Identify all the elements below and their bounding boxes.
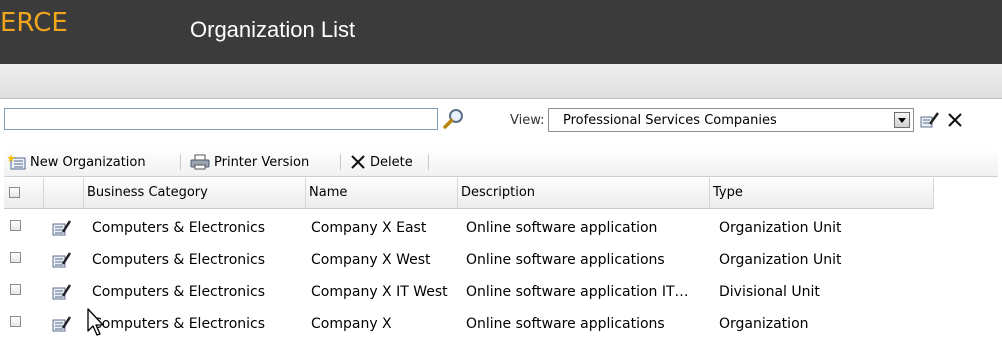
cell-description: Online software application IT… [466,284,689,300]
app-header: ERCE Organization List [0,0,1002,64]
cell-type: Organization [719,316,809,332]
toolbar-divider [340,154,341,170]
edit-record-icon[interactable] [52,315,72,333]
toolbar-divider [428,154,429,170]
mouse-cursor-icon [87,308,104,336]
cell-description: Online software application [466,220,658,236]
close-icon[interactable] [946,111,964,129]
cell-type: Divisional Unit [719,284,820,300]
table-row[interactable]: Computers & Electronics Company X Online… [4,308,998,340]
delete-icon [351,155,365,169]
cell-description: Online software applications [466,316,665,332]
column-header-description[interactable]: Description [458,178,710,208]
delete-button[interactable]: Delete [350,148,413,176]
toolbar-divider [180,154,181,170]
search-input[interactable] [4,108,438,130]
cell-description: Online software applications [466,252,665,268]
edit-record-icon[interactable] [52,219,72,237]
table-row[interactable]: Computers & Electronics Company X West O… [4,244,998,276]
icon-column-header [44,178,84,208]
table-row[interactable]: Computers & Electronics Company X IT Wes… [4,276,998,308]
cell-name: Company X IT West [311,284,448,300]
row-checkbox[interactable] [10,252,21,263]
row-checkbox[interactable] [10,284,21,295]
cell-name: Company X West [311,252,431,268]
chevron-down-icon[interactable] [894,112,910,128]
view-label: View: [510,113,545,128]
cell-business-category: Computers & Electronics [92,284,266,300]
new-organization-label: New Organization [30,154,146,170]
view-select[interactable]: Professional Services Companies [548,108,914,132]
printer-version-button[interactable]: Printer Version [190,148,309,176]
select-all-cell [4,178,44,208]
page-title: Organization List [190,17,356,42]
row-checkbox[interactable] [10,316,21,327]
grid-header: Business Category Name Description Type [4,178,934,209]
printer-icon [190,154,210,170]
edit-view-icon[interactable] [920,111,940,129]
view-select-value: Professional Services Companies [563,113,777,128]
cell-business-category: Computers & Electronics [92,252,266,268]
new-record-icon [8,154,26,170]
cell-type: Organization Unit [719,220,842,236]
cell-name: Company X East [311,220,427,236]
edit-record-icon[interactable] [52,251,72,269]
cell-business-category: Computers & Electronics [92,220,266,236]
search-icon[interactable] [442,107,466,131]
select-all-checkbox[interactable] [9,187,20,198]
cell-type: Organization Unit [719,252,842,268]
delete-label: Delete [370,154,413,170]
edit-record-icon[interactable] [52,283,72,301]
column-header-type[interactable]: Type [710,178,934,208]
sub-header-bar [0,64,1002,99]
new-organization-button[interactable]: New Organization [8,148,146,176]
cell-name: Company X [311,316,392,332]
brand-logo-text: ERCE [0,8,68,38]
printer-version-label: Printer Version [214,154,310,170]
table-row[interactable]: Computers & Electronics Company X East O… [4,212,998,244]
column-header-business-category[interactable]: Business Category [84,178,306,208]
column-header-name[interactable]: Name [306,178,458,208]
row-checkbox[interactable] [10,220,21,231]
grid-toolbar: New Organization Printer Version Delete [4,148,998,177]
cell-business-category: Computers & Electronics [92,316,266,332]
